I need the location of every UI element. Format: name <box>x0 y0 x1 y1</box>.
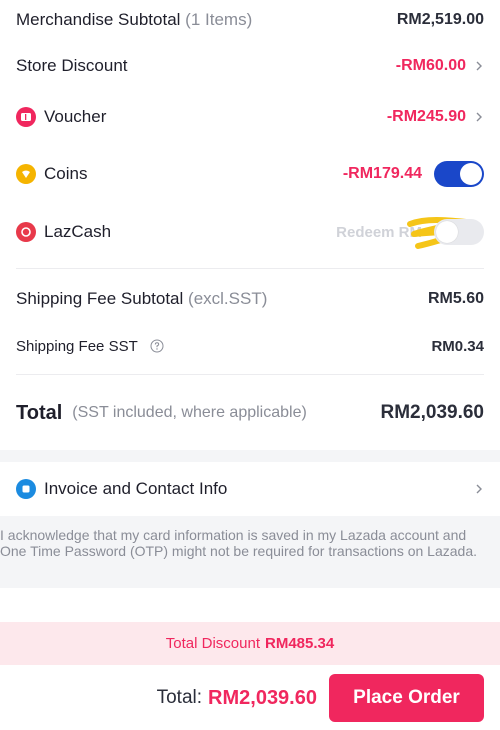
voucher-row[interactable]: Voucher -RM245.90 <box>16 104 484 130</box>
lazcash-redeem-text: Redeem RM <box>336 216 476 249</box>
coins-value: -RM179.44 <box>342 165 422 182</box>
store-discount-value: -RM60.00 <box>395 57 466 74</box>
coins-label: Coins <box>44 164 88 183</box>
items-count: (1 Items) <box>185 10 253 29</box>
total-note: (SST included, where applicable) <box>72 404 307 421</box>
store-discount-row[interactable]: Store Discount -RM60.00 <box>16 54 484 78</box>
voucher-icon <box>16 107 36 127</box>
shipping-sst-value: RM0.34 <box>431 337 484 355</box>
shipping-subtotal-label: Shipping Fee Subtotal <box>16 289 184 308</box>
lazcash-label: LazCash <box>44 222 112 241</box>
coins-icon <box>16 164 36 184</box>
lazcash-icon <box>16 222 36 242</box>
acknowledgement-section: I acknowledge that my card information i… <box>0 516 500 588</box>
shipping-subtotal-value: RM5.60 <box>427 290 484 307</box>
chevron-right-icon[interactable] <box>474 61 484 71</box>
footer-total-label: Total: <box>156 687 203 708</box>
merchandise-subtotal-value: RM2,519.00 <box>396 11 484 28</box>
merchandise-subtotal-row: Merchandise Subtotal (1 Items) RM2,519.0… <box>16 8 484 32</box>
footer-total-value: RM2,039.60 <box>208 686 317 709</box>
total-label: Total <box>16 401 63 424</box>
total-discount-value: RM485.34 <box>265 635 335 652</box>
help-icon[interactable] <box>150 339 164 353</box>
voucher-label: Voucher <box>44 107 107 126</box>
invoice-contact-row[interactable]: Invoice and Contact Info <box>16 476 484 502</box>
place-order-button[interactable]: Place Order <box>329 674 484 722</box>
divider <box>16 268 484 269</box>
shipping-note: (excl.SST) <box>188 289 268 308</box>
invoice-icon <box>16 479 36 499</box>
shipping-sst-row: Shipping Fee SST RM0.34 <box>16 334 484 358</box>
lazcash-row: LazCash Redeem RM <box>16 216 484 249</box>
coins-toggle[interactable] <box>434 161 484 187</box>
checkout-footer: Total: RM2,039.60 Place Order <box>0 674 500 722</box>
total-value: RM2,039.60 <box>380 402 484 423</box>
coins-row: Coins -RM179.44 <box>16 160 484 188</box>
section-gap <box>0 450 500 462</box>
store-discount-label: Store Discount <box>16 56 128 75</box>
total-discount-banner: Total Discount RM485.34 <box>0 622 500 665</box>
shipping-subtotal-row: Shipping Fee Subtotal (excl.SST) RM5.60 <box>16 287 484 311</box>
acknowledgement-text: I acknowledge that my card information i… <box>0 527 478 559</box>
toggle-knob <box>436 221 458 243</box>
merchandise-subtotal-label: Merchandise Subtotal <box>16 10 181 29</box>
chevron-right-icon[interactable] <box>474 112 484 122</box>
divider <box>16 374 484 375</box>
total-discount-label: Total Discount <box>165 635 260 652</box>
chevron-right-icon[interactable] <box>474 484 484 494</box>
toggle-knob <box>460 163 482 185</box>
lazcash-toggle[interactable] <box>434 219 484 245</box>
invoice-contact-label: Invoice and Contact Info <box>44 479 228 498</box>
shipping-sst-label: Shipping Fee SST <box>16 337 138 355</box>
total-row: Total (SST included, where applicable) R… <box>16 398 484 428</box>
voucher-value: -RM245.90 <box>386 108 466 125</box>
